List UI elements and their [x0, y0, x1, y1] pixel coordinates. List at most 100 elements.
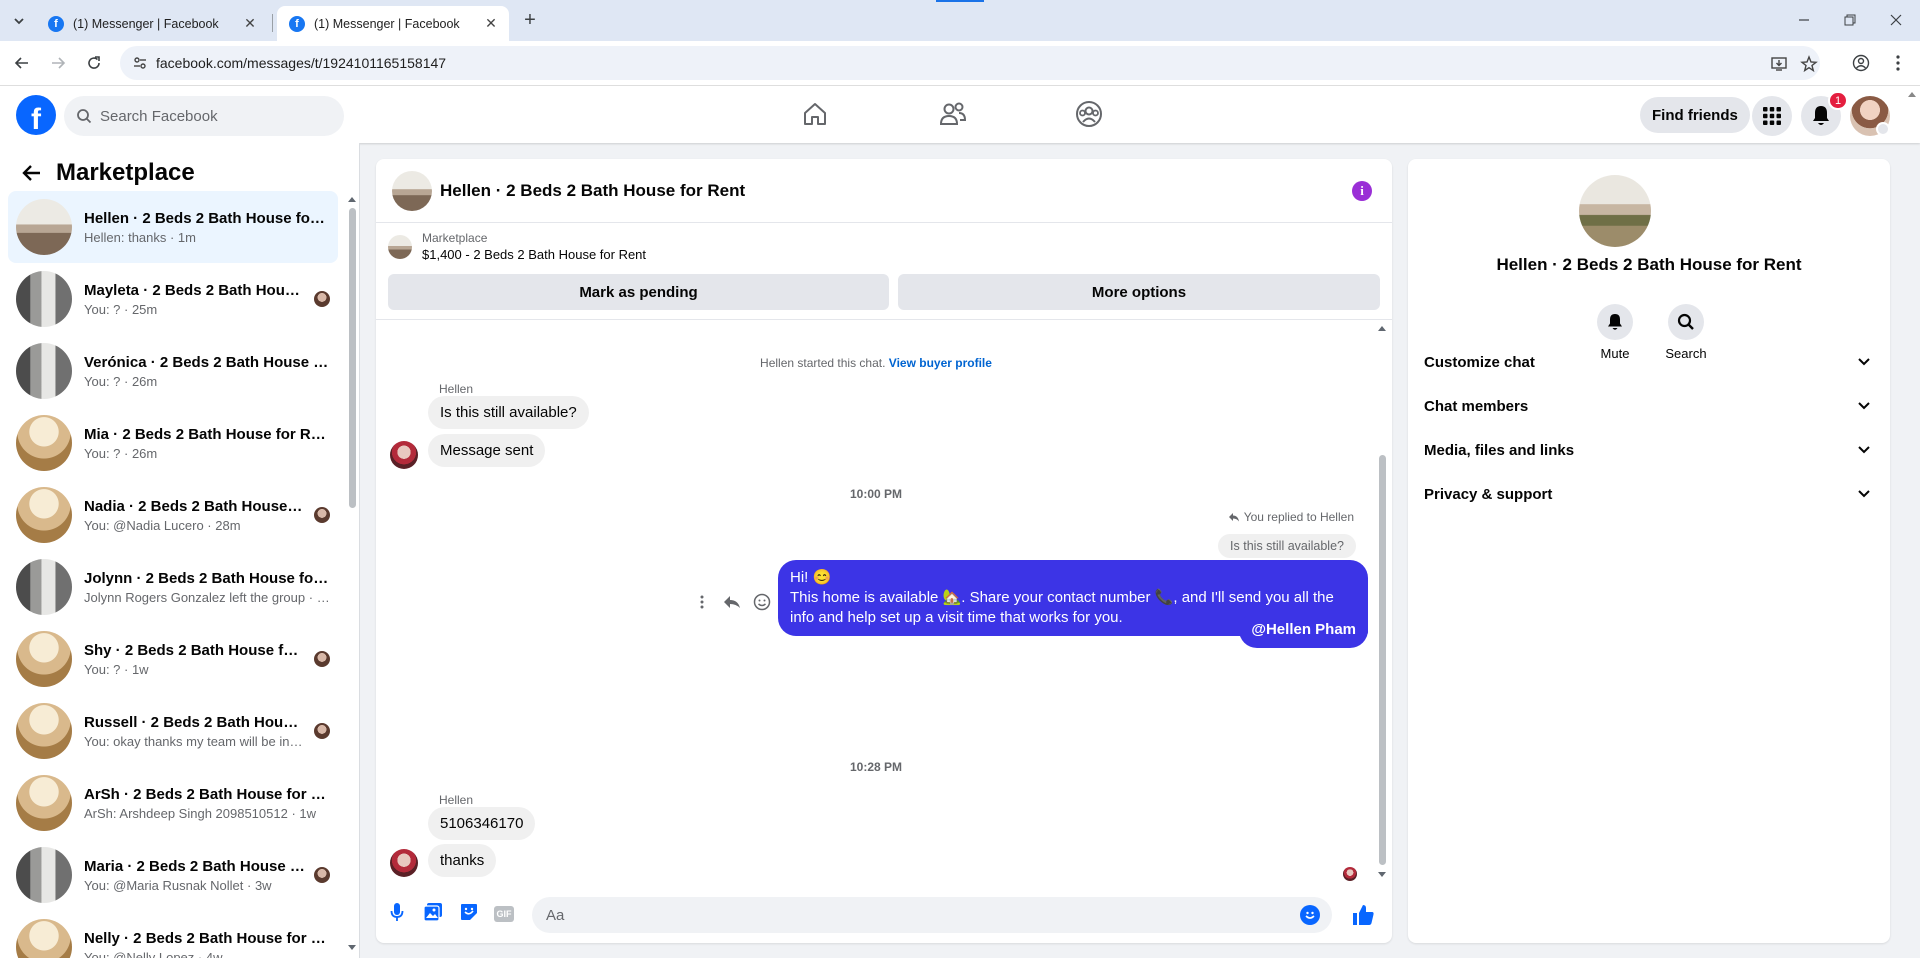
- browser-menu-icon[interactable]: [1886, 51, 1910, 75]
- customize-chat-section[interactable]: Customize chat: [1424, 340, 1874, 384]
- browser-tab-1[interactable]: f (1) Messenger | Facebook ✕: [36, 6, 268, 41]
- chevron-down-icon: [1854, 396, 1874, 416]
- conversation-item[interactable]: Russell · 2 Beds 2 Bath House for Rent Yo…: [8, 695, 338, 767]
- find-friends-button[interactable]: Find friends: [1640, 97, 1750, 133]
- mark-as-pending-button[interactable]: Mark as pending: [388, 274, 889, 310]
- chat-members-section[interactable]: Chat members: [1424, 384, 1874, 428]
- conversation-preview: Hellen: thanks · 1m: [84, 229, 196, 245]
- incoming-message[interactable]: thanks: [428, 844, 497, 877]
- sticker-icon[interactable]: [458, 901, 480, 923]
- back-arrow-icon[interactable]: [16, 157, 48, 189]
- chat-title[interactable]: Hellen · 2 Beds 2 Bath House for Rent: [440, 181, 745, 201]
- sidebar-scroll-up-icon[interactable]: [348, 197, 356, 202]
- listing-thumbnail: [16, 487, 72, 543]
- conversation-item[interactable]: Shy · 2 Beds 2 Bath House for Rent You: ?…: [8, 623, 338, 695]
- sender-avatar[interactable]: [390, 849, 418, 877]
- back-icon[interactable]: [10, 51, 34, 75]
- tab-title: (1) Messenger | Facebook: [314, 16, 460, 31]
- emoji-icon[interactable]: [1300, 905, 1320, 925]
- address-bar[interactable]: facebook.com/messages/t/1924101165158147: [120, 46, 1820, 80]
- facebook-logo-icon[interactable]: f: [16, 95, 56, 135]
- section-label: Media, files and links: [1424, 441, 1575, 459]
- reload-icon[interactable]: [82, 51, 106, 75]
- sidebar-scroll-down-icon[interactable]: [348, 945, 356, 950]
- outgoing-mention-message[interactable]: @Hellen Pham: [1239, 612, 1368, 648]
- section-label: Chat members: [1424, 397, 1529, 415]
- listing-summary[interactable]: Marketplace $1,400 - 2 Beds 2 Bath House…: [388, 231, 646, 262]
- conversation-item[interactable]: Verónica · 2 Beds 2 Bath House for Rent Y…: [8, 335, 338, 407]
- conversation-text: Jolynn · 2 Beds 2 Bath House for Rent Jol…: [84, 570, 330, 605]
- listing-thumbnail: [16, 199, 72, 255]
- more-options-button[interactable]: More options: [898, 274, 1380, 310]
- close-window-icon[interactable]: [1884, 8, 1908, 32]
- info-icon[interactable]: i: [1352, 181, 1372, 201]
- site-settings-icon[interactable]: [132, 55, 148, 71]
- mute-bell-icon[interactable]: [1597, 304, 1633, 340]
- more-actions-icon[interactable]: [692, 592, 712, 612]
- new-tab-plus-icon[interactable]: +: [520, 9, 540, 31]
- chat-scroll-down-icon[interactable]: [1378, 872, 1386, 877]
- privacy-support-section[interactable]: Privacy & support: [1424, 472, 1874, 516]
- react-emoji-icon[interactable]: [752, 592, 772, 612]
- account-chevron-icon[interactable]: [1876, 122, 1890, 136]
- marketplace-sidebar: Marketplace Hellen · 2 Beds 2 Bath House…: [0, 143, 360, 958]
- page-scroll-up-icon[interactable]: [1908, 92, 1916, 97]
- conversation-info-panel: Hellen · 2 Beds 2 Bath House for Rent Mu…: [1408, 159, 1890, 943]
- restore-icon[interactable]: [1838, 8, 1862, 32]
- conversation-preview: You: @Nadia Lucero · 28m: [84, 517, 241, 533]
- view-buyer-profile-link[interactable]: View buyer profile: [889, 356, 992, 370]
- close-tab-icon[interactable]: ✕: [242, 15, 258, 32]
- incoming-message[interactable]: 5106346170: [428, 807, 536, 840]
- search-icon[interactable]: [1668, 304, 1704, 340]
- menu-grid-icon[interactable]: [1752, 96, 1792, 136]
- conversation-item[interactable]: Hellen · 2 Beds 2 Bath House for Rent Hel…: [8, 191, 338, 263]
- facebook-search[interactable]: [64, 96, 344, 136]
- conversation-item[interactable]: Jolynn · 2 Beds 2 Bath House for Rent Jol…: [8, 551, 338, 623]
- browser-profile-icon[interactable]: [1849, 51, 1873, 75]
- media-files-links-section[interactable]: Media, files and links: [1424, 428, 1874, 472]
- install-app-icon[interactable]: [1770, 55, 1788, 73]
- forward-icon[interactable]: [46, 51, 70, 75]
- conversation-preview: ArSh: Arshdeep Singh 2098510512 · 1w: [84, 805, 317, 821]
- friends-icon[interactable]: [937, 98, 969, 130]
- started-text: Hellen started this chat.: [760, 356, 886, 370]
- conversation-text: ArSh · 2 Beds 2 Bath House for Rent ArSh:…: [84, 786, 330, 821]
- gif-icon[interactable]: GIF: [494, 906, 514, 922]
- incoming-message[interactable]: Message sent: [428, 434, 546, 467]
- conversation-item[interactable]: Nelly · 2 Beds 2 Bath House for Rent You:…: [8, 911, 338, 958]
- sender-avatar[interactable]: [390, 441, 418, 469]
- message-input[interactable]: [546, 897, 1266, 933]
- incoming-message[interactable]: Is this still available?: [428, 396, 589, 429]
- conversation-item[interactable]: Nadia · 2 Beds 2 Bath House for Rent You:…: [8, 479, 338, 551]
- url-text: facebook.com/messages/t/1924101165158147: [156, 55, 447, 71]
- groups-icon[interactable]: [1073, 98, 1105, 130]
- conversation-item[interactable]: Mia · 2 Beds 2 Bath House for Rent You: ?…: [8, 407, 338, 479]
- close-tab-icon[interactable]: ✕: [483, 15, 499, 32]
- browser-tab-2-active[interactable]: f (1) Messenger | Facebook ✕: [277, 6, 509, 41]
- quoted-message[interactable]: Is this still available?: [1218, 534, 1356, 558]
- reply-icon[interactable]: [722, 592, 742, 612]
- bookmark-star-icon[interactable]: [1800, 55, 1818, 73]
- read-receipt-avatar: [1343, 867, 1357, 881]
- facebook-favicon-icon: f: [48, 15, 64, 32]
- chat-avatar[interactable]: [392, 170, 432, 211]
- conversation-item[interactable]: Mayleta · 2 Beds 2 Bath House for Rent Yo…: [8, 263, 338, 335]
- microphone-icon[interactable]: [386, 901, 408, 923]
- conversation-item[interactable]: Maria · 2 Beds 2 Bath House for Rent You:…: [8, 839, 338, 911]
- like-thumbs-up-icon[interactable]: [1351, 903, 1375, 927]
- section-label: Privacy & support: [1424, 485, 1553, 503]
- conversation-item[interactable]: ArSh · 2 Beds 2 Bath House for Rent ArSh:…: [8, 767, 338, 839]
- listing-thumbnail: [16, 343, 72, 399]
- chat-scroll-up-icon[interactable]: [1378, 326, 1386, 331]
- seen-avatar: [314, 651, 330, 667]
- minimize-icon[interactable]: [1792, 8, 1816, 32]
- search-input[interactable]: [100, 107, 320, 125]
- home-icon[interactable]: [799, 98, 831, 130]
- photo-icon[interactable]: [422, 901, 444, 923]
- tab-search-chevron-icon[interactable]: [8, 10, 30, 32]
- conversation-preview: You: @Maria Rusnak Nollet · 3w: [84, 877, 272, 893]
- conversation-avatar[interactable]: [1579, 175, 1651, 247]
- reply-line-1: Hi! 😊: [790, 569, 832, 586]
- sidebar-scrollbar[interactable]: [349, 208, 356, 508]
- chat-scrollbar[interactable]: [1379, 455, 1386, 865]
